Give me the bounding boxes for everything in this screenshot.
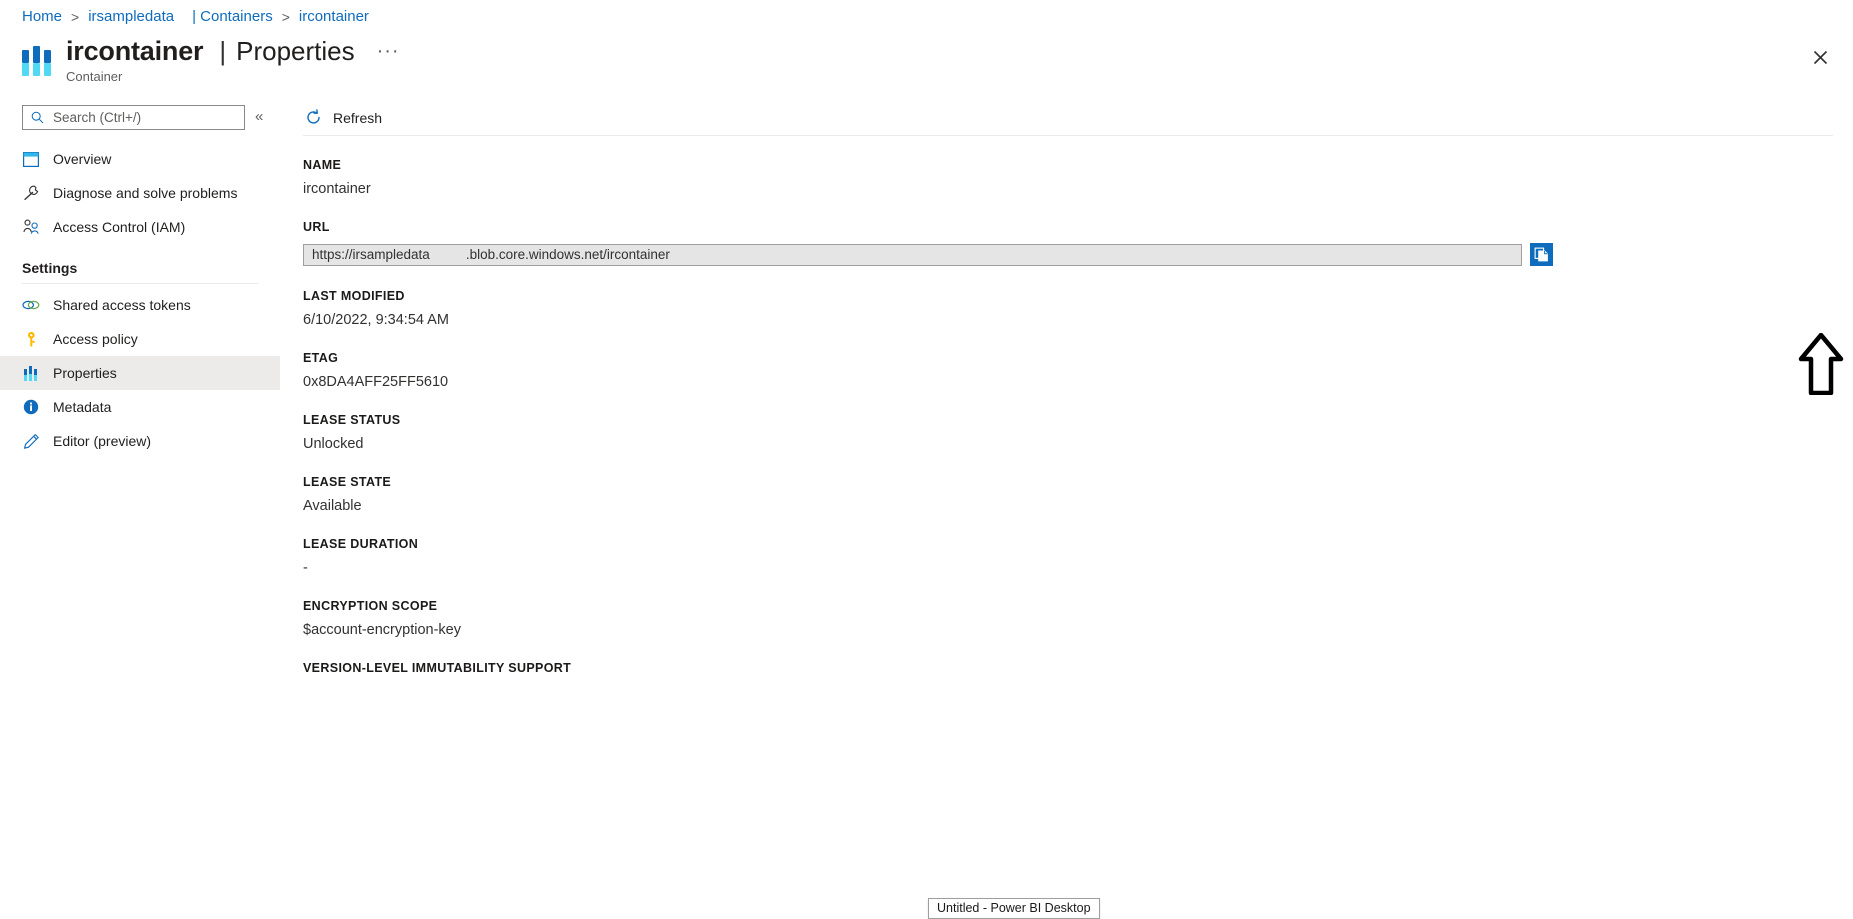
main-content: Refresh NAME ircontainer URL https://irs… xyxy=(303,100,1853,919)
key-icon xyxy=(22,330,40,348)
sidebar-item-diagnose-and-solve-problems[interactable]: Diagnose and solve problems xyxy=(0,176,280,210)
property-url: URL https://irsampledata .blob.core.wind… xyxy=(303,220,1853,266)
property-label: LEASE STATUS xyxy=(303,413,401,427)
close-icon xyxy=(1813,50,1827,64)
container-icon xyxy=(22,42,52,76)
property-etag: ETAG 0x8DA4AFF25FF5610 xyxy=(303,351,1853,390)
url-suffix: .blob.core.windows.net/ircontainer xyxy=(465,247,670,262)
azure-portal-blade: Home > irsampledata | Containers > ircon… xyxy=(0,0,1853,919)
sidebar-item-label: Diagnose and solve problems xyxy=(53,185,238,201)
overview-icon xyxy=(22,150,40,168)
breadcrumb-separator: > xyxy=(71,8,80,25)
copy-icon xyxy=(1534,247,1548,262)
people-icon xyxy=(22,218,40,236)
link-icon xyxy=(22,296,40,314)
search-box[interactable] xyxy=(22,105,245,130)
property-label: VERSION-LEVEL IMMUTABILITY SUPPORT xyxy=(303,661,572,675)
property-value: Available xyxy=(303,498,362,514)
collapse-sidebar-button[interactable]: « xyxy=(255,108,263,126)
property-value: 6/10/2022, 9:34:54 AM xyxy=(303,312,449,328)
wrench-icon xyxy=(22,184,40,202)
container-icon xyxy=(22,364,40,382)
info-icon xyxy=(22,398,40,416)
title-separator: | xyxy=(219,36,227,66)
copy-url-button[interactable] xyxy=(1530,243,1553,266)
refresh-button[interactable]: Refresh xyxy=(303,103,390,133)
property-last-modified: LAST MODIFIED 6/10/2022, 9:34:54 AM xyxy=(303,289,1853,328)
sidebar-group-settings: Settings xyxy=(22,260,78,276)
refresh-icon xyxy=(305,109,322,126)
breadcrumb-item-containers[interactable]: | Containers xyxy=(192,8,273,25)
breadcrumb-item-container[interactable]: ircontainer xyxy=(299,8,369,25)
sidebar-item-metadata[interactable]: Metadata xyxy=(0,390,280,424)
taskbar-tooltip: Untitled - Power BI Desktop xyxy=(928,898,1100,919)
sidebar-item-properties[interactable]: Properties xyxy=(0,356,280,390)
search-input[interactable] xyxy=(51,109,236,126)
property-label: URL xyxy=(303,220,330,234)
url-readonly-field[interactable]: https://irsampledata .blob.core.windows.… xyxy=(303,243,1522,266)
property-label: NAME xyxy=(303,158,342,172)
sidebar-item-access-policy[interactable]: Access policy xyxy=(0,322,280,356)
property-version-level-immutability-support: VERSION-LEVEL IMMUTABILITY SUPPORT xyxy=(303,661,1853,675)
breadcrumb-separator-2: > xyxy=(281,8,290,25)
property-label: ETAG xyxy=(303,351,339,365)
properties-list: NAME ircontainer URL https://irsampledat… xyxy=(303,136,1853,675)
breadcrumb-item-home[interactable]: Home xyxy=(22,8,62,25)
property-label: ENCRYPTION SCOPE xyxy=(303,599,438,613)
property-label: LAST MODIFIED xyxy=(303,289,405,303)
sidebar-item-label: Shared access tokens xyxy=(53,297,191,313)
sidebar-item-overview[interactable]: Overview xyxy=(0,142,280,176)
sidebar: « Overview Diagnose and xyxy=(0,100,280,800)
property-value: 0x8DA4AFF25FF5610 xyxy=(303,374,449,390)
sidebar-item-shared-access-tokens[interactable]: Shared access tokens xyxy=(0,288,280,322)
sidebar-item-label: Access Control (IAM) xyxy=(53,219,186,235)
sidebar-divider xyxy=(22,283,258,284)
property-name: NAME ircontainer xyxy=(303,158,1853,197)
search-icon xyxy=(31,111,44,124)
property-label: LEASE STATE xyxy=(303,475,392,489)
property-lease-duration: LEASE DURATION - xyxy=(303,537,1853,576)
breadcrumb-item-storage-account[interactable]: irsampledata xyxy=(88,8,174,25)
property-value: - xyxy=(303,560,308,576)
page-header: ircontainer | Properties ··· Container xyxy=(22,36,400,84)
property-value: Unlocked xyxy=(303,436,364,452)
resource-type-label: Container xyxy=(66,69,123,84)
property-value: ircontainer xyxy=(303,181,371,197)
breadcrumb: Home > irsampledata | Containers > ircon… xyxy=(22,8,369,25)
property-lease-state: LEASE STATE Available xyxy=(303,475,1853,514)
sidebar-nav-primary: Overview Diagnose and solve problems Acc… xyxy=(0,142,280,458)
property-value: $account-encryption-key xyxy=(303,622,461,638)
refresh-label: Refresh xyxy=(333,109,383,126)
sidebar-item-label: Access policy xyxy=(53,331,138,347)
sidebar-item-label: Properties xyxy=(53,365,117,381)
property-encryption-scope: ENCRYPTION SCOPE $account-encryption-key xyxy=(303,599,1853,638)
sidebar-item-editor-preview[interactable]: Editor (preview) xyxy=(0,424,280,458)
command-bar: Refresh xyxy=(303,100,1833,136)
property-label: LEASE DURATION xyxy=(303,537,419,551)
sidebar-item-label: Metadata xyxy=(53,399,112,415)
close-blade-button[interactable] xyxy=(1805,42,1835,72)
pencil-icon xyxy=(22,432,40,450)
property-lease-status: LEASE STATUS Unlocked xyxy=(303,413,1853,452)
page-subtitle: Properties xyxy=(236,36,355,66)
sidebar-item-label: Editor (preview) xyxy=(53,433,152,449)
page-title: ircontainer xyxy=(66,36,204,66)
sidebar-item-access-control-iam[interactable]: Access Control (IAM) xyxy=(0,210,280,244)
more-options-button[interactable]: ··· xyxy=(377,36,400,66)
url-prefix: https://irsampledata xyxy=(312,247,430,262)
sidebar-item-label: Overview xyxy=(53,151,112,167)
